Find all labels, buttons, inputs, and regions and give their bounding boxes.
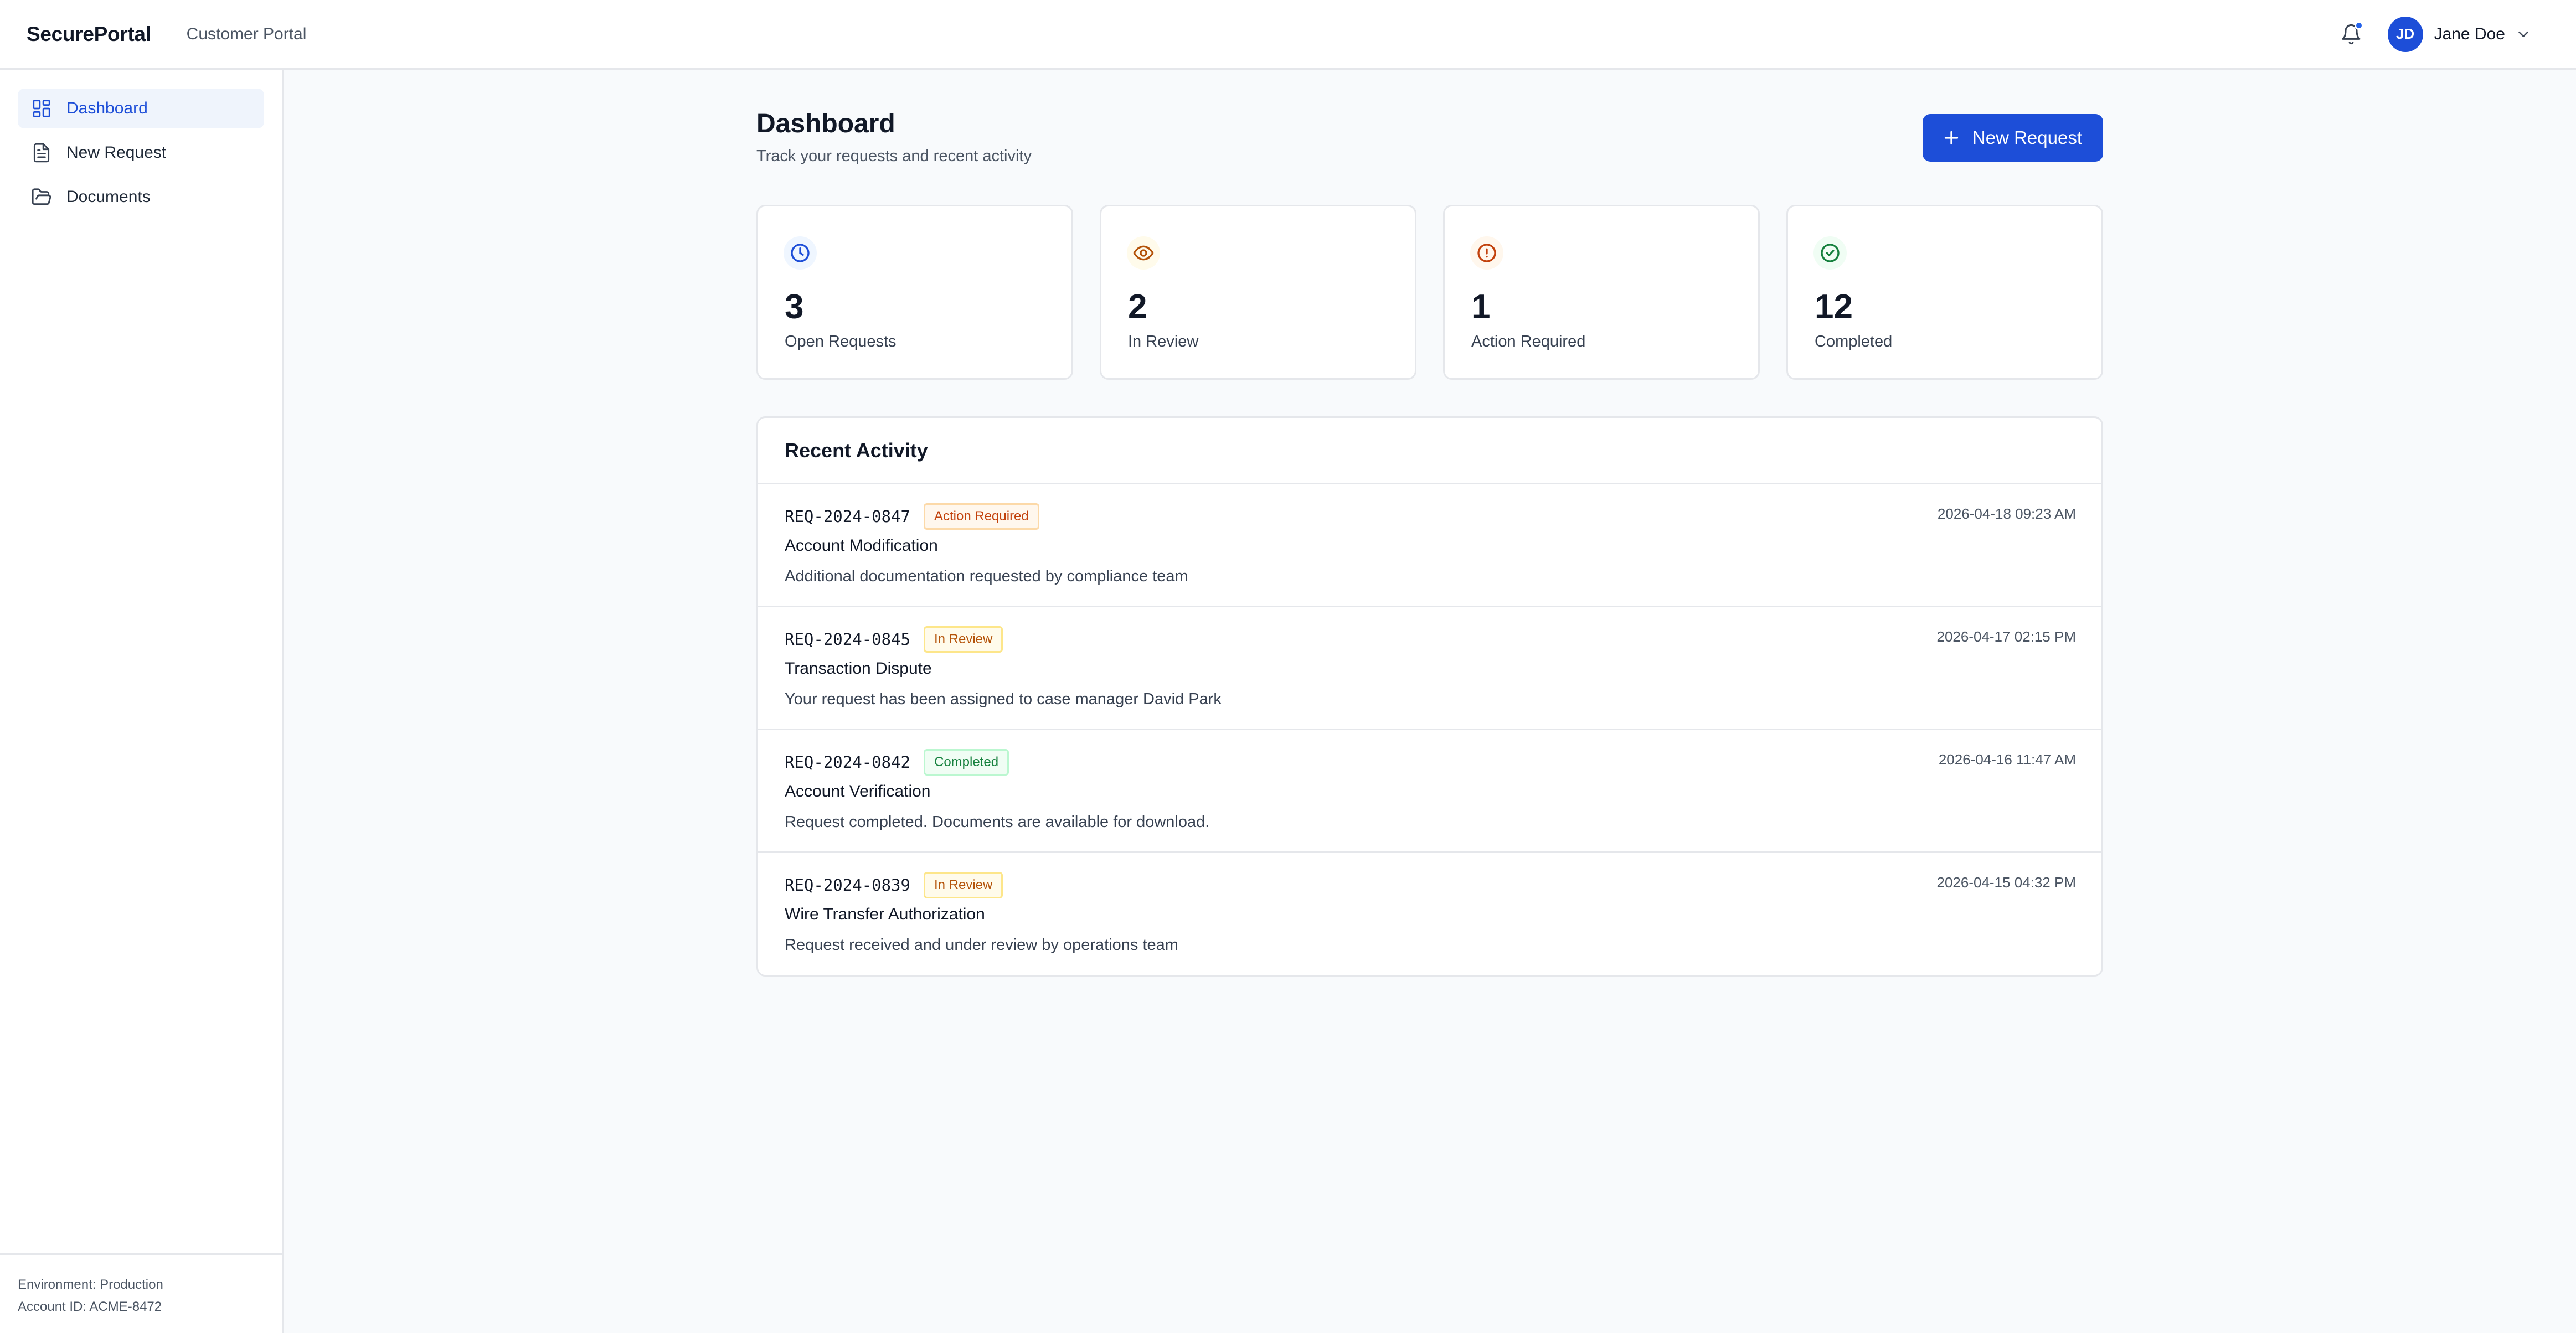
sidebar-item-label: Documents: [66, 188, 151, 206]
stat-label: Action Required: [1471, 333, 1586, 350]
new-request-button[interactable]: New Request: [1922, 114, 2103, 162]
stat-value: 12: [1815, 288, 1853, 326]
stat-value: 3: [785, 288, 804, 326]
main-content: Dashboard Track your requests and recent…: [756, 70, 2103, 976]
request-id: REQ-2024-0845: [785, 630, 910, 649]
avatar: JD: [2387, 16, 2423, 52]
stat-card-open-requests[interactable]: 3 Open Requests: [756, 205, 1073, 380]
alert-circle-icon: [1477, 244, 1496, 262]
folder-open-icon: [32, 188, 51, 205]
user-menu[interactable]: JD Jane Doe: [2387, 16, 2532, 52]
sidebar-nav: Dashboard New Request Documents: [0, 70, 282, 217]
check-circle-icon: [1821, 244, 1840, 262]
request-id: REQ-2024-0842: [785, 753, 910, 772]
sidebar-item-documents[interactable]: Documents: [18, 177, 264, 217]
stat-label: Completed: [1815, 333, 1893, 350]
environment-label: Environment: Production: [18, 1277, 163, 1292]
new-request-label: New Request: [1972, 127, 2082, 148]
notifications-button[interactable]: [2335, 18, 2368, 51]
request-id: REQ-2024-0847: [785, 507, 910, 526]
recent-activity-title: Recent Activity: [758, 418, 2101, 484]
stat-icon-wrapper: [1127, 236, 1160, 270]
request-id: REQ-2024-0839: [785, 876, 910, 895]
request-timestamp: 2026-04-16 11:47 AM: [1938, 751, 2076, 768]
plus-icon: [1944, 131, 1959, 145]
request-timestamp: 2026-04-15 04:32 PM: [1936, 874, 2076, 891]
request-title: Account Modification: [785, 536, 938, 555]
page-title: Dashboard: [756, 109, 895, 138]
stat-value: 2: [1128, 288, 1147, 326]
activity-row[interactable]: REQ-2024-0847 Action Required Account Mo…: [758, 484, 2101, 607]
portal-subtitle: Customer Portal: [186, 24, 307, 43]
stat-card-action-required[interactable]: 1 Action Required: [1443, 205, 1760, 380]
user-name: Jane Doe: [2434, 24, 2505, 43]
notification-dot: [2354, 20, 2363, 30]
request-id-line: REQ-2024-0842 Completed: [785, 749, 1009, 776]
sidebar-item-new-request[interactable]: New Request: [18, 133, 264, 173]
request-id-line: REQ-2024-0847 Action Required: [785, 503, 1039, 530]
request-title: Wire Transfer Authorization: [785, 905, 985, 923]
activity-row[interactable]: REQ-2024-0845 In Review Transaction Disp…: [758, 607, 2101, 730]
request-description: Your request has been assigned to case m…: [785, 690, 1222, 708]
request-description: Request received and under review by ope…: [785, 936, 1178, 954]
grid-icon: [33, 100, 50, 117]
eye-icon: [1133, 245, 1154, 261]
stats-row: 3 Open Requests 2 In Review 1 Action Req…: [756, 205, 2103, 380]
request-title: Account Verification: [785, 782, 931, 800]
sidebar: Dashboard New Request Documents Environm…: [0, 70, 284, 1333]
stat-icon-wrapper: [784, 236, 817, 270]
status-badge: Action Required: [923, 503, 1039, 530]
page-header: Dashboard Track your requests and recent…: [756, 70, 2103, 205]
brand-logo[interactable]: SecurePortal: [27, 23, 151, 46]
stat-icon-wrapper: [1813, 236, 1847, 270]
page-subtitle: Track your requests and recent activity: [756, 147, 1032, 165]
stat-label: In Review: [1128, 333, 1199, 350]
sidebar-item-dashboard[interactable]: Dashboard: [18, 89, 264, 128]
status-badge: In Review: [923, 626, 1003, 653]
request-title: Transaction Dispute: [785, 659, 932, 678]
request-description: Additional documentation requested by co…: [785, 567, 1188, 585]
sidebar-item-label: Dashboard: [66, 99, 148, 117]
stat-card-in-review[interactable]: 2 In Review: [1100, 205, 1416, 380]
request-id-line: REQ-2024-0845 In Review: [785, 626, 1003, 653]
top-bar: SecurePortal Customer Portal JD Jane Doe: [0, 0, 2576, 70]
activity-row[interactable]: REQ-2024-0839 In Review Wire Transfer Au…: [758, 853, 2101, 975]
recent-activity-panel: Recent Activity REQ-2024-0847 Action Req…: [756, 416, 2103, 976]
account-id-label: Account ID: ACME-8472: [18, 1299, 162, 1314]
request-description: Request completed. Documents are availab…: [785, 813, 1210, 831]
sidebar-item-label: New Request: [66, 143, 167, 162]
activity-row[interactable]: REQ-2024-0842 Completed Account Verifica…: [758, 730, 2101, 853]
stat-card-completed[interactable]: 12 Completed: [1786, 205, 2103, 380]
stat-label: Open Requests: [785, 333, 897, 350]
request-id-line: REQ-2024-0839 In Review: [785, 872, 1003, 898]
topbar-actions: JD Jane Doe: [2335, 16, 2532, 52]
status-badge: In Review: [923, 872, 1003, 898]
chevron-down-icon: [2518, 31, 2528, 37]
request-timestamp: 2026-04-17 02:15 PM: [1936, 628, 2076, 645]
request-timestamp: 2026-04-18 09:23 AM: [1937, 505, 2076, 522]
clock-icon: [791, 244, 810, 262]
status-badge: Completed: [923, 749, 1009, 776]
stat-value: 1: [1471, 288, 1491, 326]
sidebar-footer: Environment: Production Account ID: ACME…: [0, 1253, 282, 1333]
file-text-icon: [33, 143, 50, 163]
stat-icon-wrapper: [1470, 236, 1503, 270]
